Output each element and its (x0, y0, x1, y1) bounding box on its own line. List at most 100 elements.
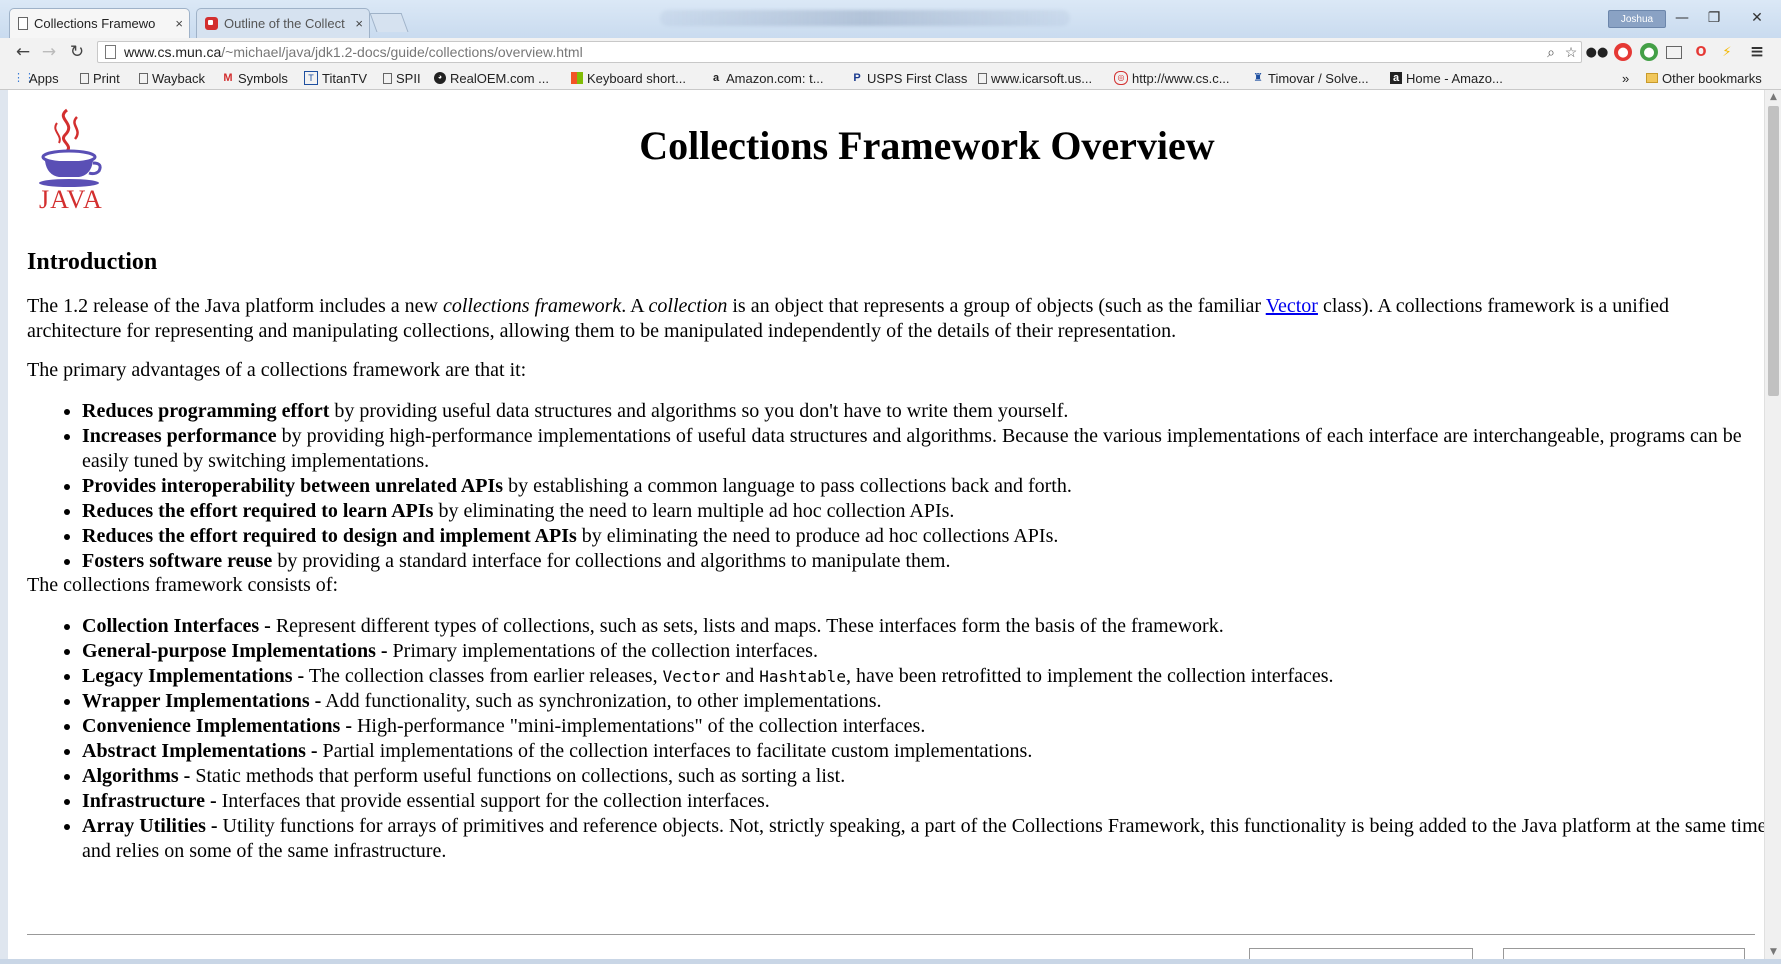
list-item: Algorithms - Static methods that perform… (82, 764, 1764, 789)
minimize-button[interactable]: — (1668, 8, 1696, 28)
url-host: www.cs.mun.ca (124, 44, 222, 60)
list-item-term: Legacy Implementations - (82, 665, 305, 687)
list-item: Legacy Implementations - The collection … (82, 664, 1764, 689)
address-bar[interactable]: www.cs.mun.ca/~michael/java/jdk1.2-docs/… (97, 41, 1582, 63)
list-item-term: Reduces programming effort (82, 400, 330, 422)
bookmark-label: Print (93, 70, 120, 86)
vector-link[interactable]: Vector (1266, 295, 1318, 317)
list-item-text: Represent different types of collections… (270, 615, 1224, 637)
evernote-extension-icon[interactable]: ● (1640, 43, 1658, 61)
page-icon (105, 45, 116, 59)
list-item: Abstract Implementations - Partial imple… (82, 739, 1764, 764)
zoom-icon[interactable]: ⌕ (1541, 44, 1561, 61)
tab-collections-overview[interactable]: Collections Framewo × (9, 8, 190, 38)
windows-icon (571, 72, 583, 84)
advantages-list: Reduces programming effort by providing … (27, 399, 1764, 574)
bookmark-cs[interactable]: ◎ http://www.cs.c... (1114, 70, 1230, 86)
back-button[interactable]: ← (12, 41, 34, 63)
reload-button[interactable]: ↻ (66, 41, 88, 63)
list-item-text: by eliminating the need to learn multipl… (433, 500, 955, 522)
list-item-term: Reduces the effort required to design an… (82, 525, 577, 547)
url-text[interactable]: www.cs.mun.ca/~michael/java/jdk1.2-docs/… (124, 44, 1541, 60)
glasses-extension-icon[interactable]: ●● (1586, 43, 1609, 61)
list-item-text: Interfaces that provide essential suppor… (216, 790, 770, 812)
list-item-text: by providing a standard interface for co… (272, 550, 951, 572)
list-item-term: Convenience Implementations - (82, 715, 352, 737)
other-bookmarks-button[interactable]: Other bookmarks (1646, 70, 1762, 86)
close-window-button[interactable]: ✕ (1738, 8, 1776, 28)
lightning-extension-icon[interactable]: ⚡ (1718, 43, 1736, 61)
vertical-scrollbar[interactable]: ▲ ▼ (1764, 90, 1781, 959)
profile-button[interactable]: Joshua (1608, 10, 1666, 28)
menu-icon[interactable]: ≡ (1748, 42, 1766, 62)
bookmarks-overflow-button[interactable]: » (1622, 70, 1629, 86)
close-icon[interactable]: × (355, 16, 363, 31)
tab-title: Collections Framewo (34, 16, 156, 31)
java-logo-text: JAVA (39, 185, 103, 214)
list-item-term: Provides interoperability between unrela… (82, 475, 504, 497)
bookmark-spii[interactable]: SPII (383, 70, 421, 86)
bookmark-label: TitanTV (322, 70, 368, 86)
adblock-extension-icon[interactable]: ● (1614, 43, 1632, 61)
page-viewport: JAVA Collections Framework Overview Intr… (8, 90, 1764, 959)
bookmark-print[interactable]: Print (80, 70, 120, 86)
list-item: Reduces the effort required to design an… (82, 524, 1764, 549)
bookmark-amazon[interactable]: a Amazon.com: t... (710, 70, 824, 86)
list-item-term: Reduces the effort required to learn API… (82, 500, 434, 522)
bookmark-home-amazon[interactable]: a Home - Amazo... (1390, 70, 1503, 86)
bookmark-titantv[interactable]: T TitanTV (304, 70, 367, 86)
scroll-down-arrow-icon[interactable]: ▼ (1765, 945, 1781, 959)
opera-extension-icon[interactable]: O (1692, 43, 1710, 61)
introduction-heading: Introduction (27, 249, 158, 275)
bookmark-label: www.icarsoft.us... (991, 70, 1093, 86)
bookmark-timovar[interactable]: ♜ Timovar / Solve... (1252, 70, 1369, 86)
bookmark-apps[interactable]: ⋮⋮ Apps (13, 70, 59, 86)
intro-paragraph: The 1.2 release of the Java platform inc… (27, 294, 1747, 344)
bookmark-star-icon[interactable]: ☆ (1561, 44, 1581, 61)
page-icon (383, 72, 392, 84)
bookmark-icarsoft[interactable]: www.icarsoft.us... (978, 70, 1092, 86)
window-title-blurred (660, 10, 1070, 26)
code-vector: Vector (662, 667, 721, 686)
timovar-icon: ♜ (1253, 72, 1263, 84)
list-item-term: General-purpose Implementations - (82, 640, 388, 662)
list-item: Infrastructure - Interfaces that provide… (82, 789, 1764, 814)
bookmark-symbols[interactable]: M Symbols (222, 70, 287, 86)
tab-outline[interactable]: Outline of the Collect × (196, 8, 370, 38)
toolbar: ← → ↻ www.cs.mun.ca/~michael/java/jdk1.2… (0, 38, 1781, 68)
components-list: Collection Interfaces - Represent differ… (27, 614, 1764, 864)
bookmark-keyboard-shortcuts[interactable]: Keyboard short... (571, 70, 686, 86)
list-item: General-purpose Implementations - Primar… (82, 639, 1764, 664)
list-item: Convenience Implementations - High-perfo… (82, 714, 1764, 739)
list-item-term: Abstract Implementations - (82, 740, 318, 762)
consists-intro: The collections framework consists of: (27, 574, 339, 596)
list-item-term: Collection Interfaces - (82, 615, 271, 637)
intro-emphasis: collections framework (442, 295, 622, 317)
list-item-term: Algorithms - (82, 765, 191, 787)
cast-icon[interactable] (1666, 46, 1682, 59)
footer-box (1503, 948, 1745, 959)
list-item-text: by providing high-performance implementa… (82, 425, 1742, 472)
scroll-up-arrow-icon[interactable]: ▲ (1765, 90, 1781, 104)
close-icon[interactable]: × (175, 16, 183, 31)
bookmark-label: Home - Amazo... (1406, 70, 1503, 86)
new-tab-button[interactable] (369, 13, 409, 32)
page-title: Collections Framework Overview (639, 123, 1215, 168)
page-icon (18, 17, 28, 30)
list-item: Increases performance by providing high-… (82, 424, 1764, 474)
advantages-intro: The primary advantages of a collections … (27, 359, 527, 381)
list-item: Reduces programming effort by providing … (82, 399, 1764, 424)
bookmark-label: Amazon.com: t... (726, 70, 824, 86)
bookmark-usps[interactable]: P USPS First Class (851, 70, 967, 86)
intro-text: The 1.2 release of the Java platform inc… (27, 295, 443, 317)
bookmark-realoem[interactable]: ◕ RealOEM.com ... (434, 70, 549, 86)
maximize-button[interactable]: ❐ (1700, 8, 1728, 28)
amazon-icon: a (712, 72, 720, 84)
forward-button[interactable]: → (38, 41, 60, 63)
list-item-text: Primary implementations of the collectio… (387, 640, 818, 662)
scrollbar-thumb[interactable] (1768, 106, 1779, 396)
code-hashtable: Hashtable (759, 667, 846, 686)
bookmark-wayback[interactable]: Wayback (139, 70, 205, 86)
apps-grid-icon: ⋮⋮ (13, 72, 35, 84)
list-item-text: and (720, 665, 760, 687)
